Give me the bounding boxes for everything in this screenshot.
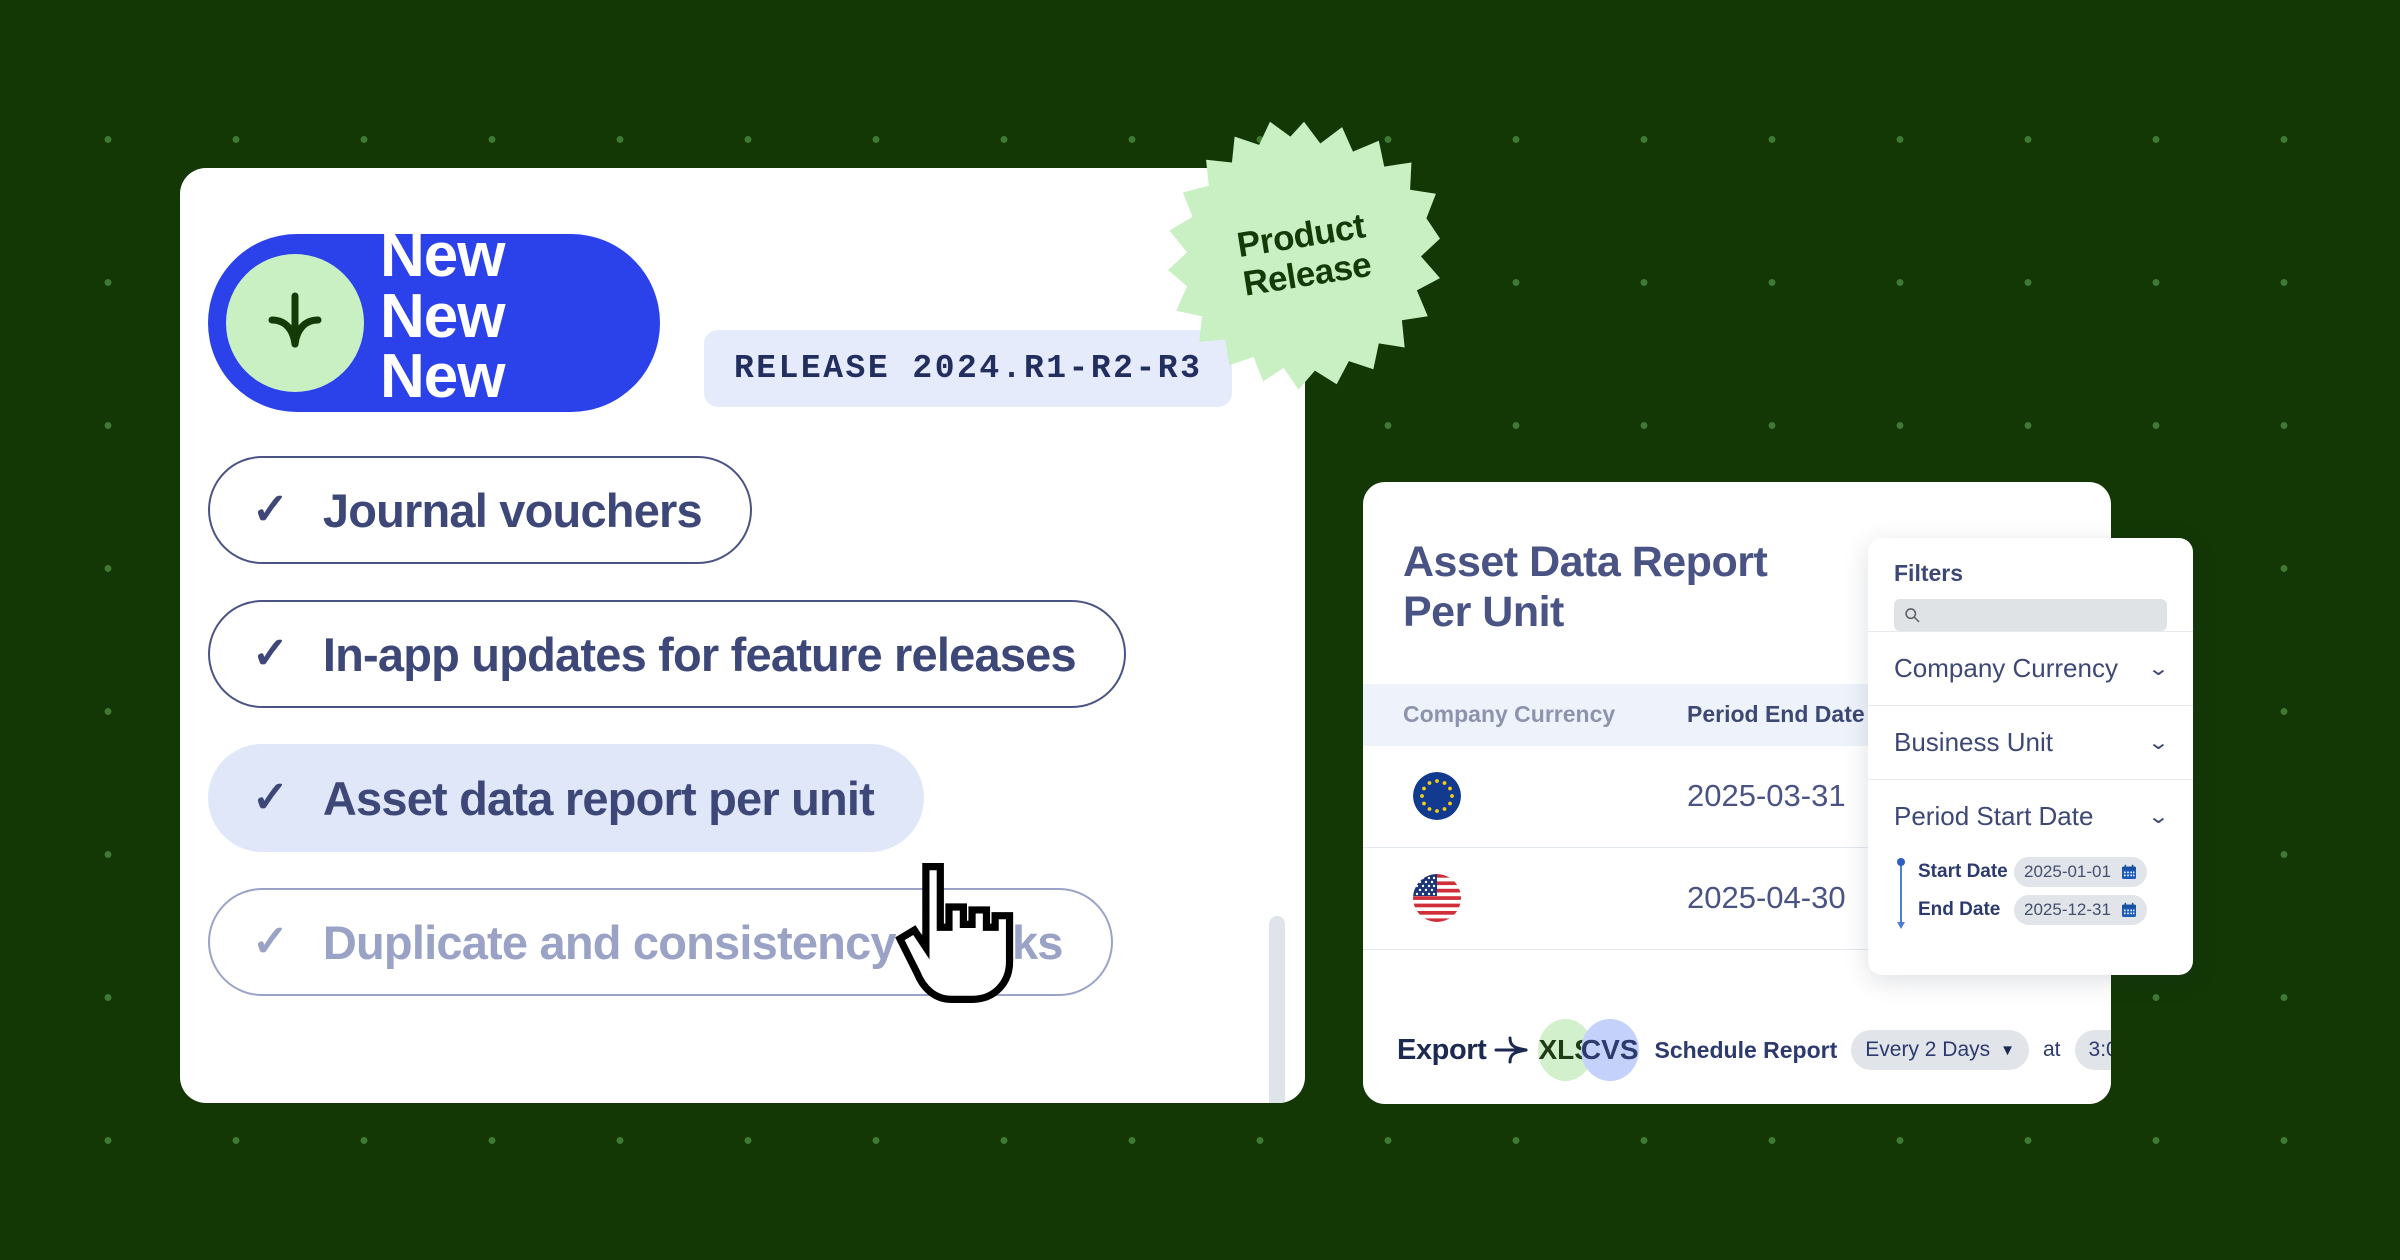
end-date-value: 2025-12-31 <box>2024 900 2111 919</box>
column-header-company-currency: Company Currency <box>1403 701 1616 728</box>
release-version-badge: RELEASE 2024.R1-R2-R3 <box>704 330 1233 407</box>
new-word-3: New <box>380 342 505 412</box>
filters-search-input[interactable] <box>1928 605 2157 625</box>
new-word-1: New <box>380 234 505 290</box>
new-announcement-pill[interactable]: New New New <box>208 234 660 412</box>
schedule-frequency-value: Every 2 Days <box>1865 1038 1991 1061</box>
product-release-starburst: Product Release <box>1168 110 1440 400</box>
new-word-marquee: New New New <box>380 234 505 412</box>
filter-row-company-currency[interactable]: Company Currency ⌄ <box>1868 631 2193 705</box>
filter-label: Period Start Date <box>1894 801 2094 831</box>
chevron-down-icon: ⌄ <box>2147 806 2170 828</box>
filter-label: Business Unit <box>1894 727 2053 757</box>
column-header-period-end-date: Period End Date <box>1687 701 1865 728</box>
check-icon: ✓ <box>252 485 289 534</box>
export-format-cvs-button[interactable]: CVS <box>1580 1019 1639 1081</box>
feature-item-label: Asset data report per unit <box>322 771 875 825</box>
hand-pointer-cursor <box>888 858 1033 1008</box>
end-date-row: End Date 2025-12-31 <box>1918 895 2147 925</box>
schedule-frequency-dropdown[interactable]: Every 2 Days ▼ <box>1851 1030 2029 1070</box>
feature-item-label: Journal vouchers <box>322 483 703 537</box>
filter-row-business-unit[interactable]: Business Unit ⌄ <box>1868 705 2193 779</box>
arrow-right-icon <box>1492 1035 1530 1065</box>
feature-item-journal-vouchers[interactable]: ✓ Journal vouchers <box>208 456 752 564</box>
filters-title: Filters <box>1894 560 1964 586</box>
calendar-icon <box>2121 902 2136 917</box>
feature-item-asset-data-report[interactable]: ✓ Asset data report per unit <box>208 744 925 852</box>
release-card: New New New RELEASE 2024.R1-R2-R3 ✓ Jour… <box>180 168 1305 1103</box>
filters-search-box[interactable] <box>1894 599 2167 631</box>
feature-item-in-app-updates[interactable]: ✓ In-app updates for feature releases <box>208 600 1126 708</box>
schedule-time-dropdown[interactable]: 3:00pm ▼ <box>2074 1030 2111 1070</box>
filters-panel: Filters Company Currency ⌄ Business Unit… <box>1868 538 2193 975</box>
end-date-label: End Date <box>1918 899 2001 920</box>
caret-down-icon: ▼ <box>2000 1041 2015 1059</box>
filter-row-period-start-date[interactable]: Period Start Date ⌄ <box>1868 779 2193 853</box>
calendar-icon <box>2121 864 2136 879</box>
end-date-field[interactable]: 2025-12-31 <box>2014 895 2147 925</box>
schedule-time-value: 3:00pm <box>2088 1038 2111 1061</box>
cell-period-end-date: 2025-03-31 <box>1687 778 1846 814</box>
chevron-down-icon: ⌄ <box>2147 732 2170 754</box>
new-word-2: New <box>380 281 505 351</box>
check-icon: ✓ <box>252 917 289 966</box>
release-card-scrollbar[interactable] <box>1269 916 1285 1103</box>
check-icon: ✓ <box>252 629 289 678</box>
start-date-row: Start Date 2025-01-01 <box>1918 857 2147 887</box>
date-range-rail-icon <box>1894 858 1908 929</box>
start-date-value: 2025-01-01 <box>2024 862 2111 881</box>
feature-item-label: In-app updates for feature releases <box>322 627 1077 681</box>
feature-list: ✓ Journal vouchers ✓ In-app updates for … <box>180 456 1305 996</box>
cell-company-currency <box>1403 874 1687 923</box>
schedule-at-label: at <box>2043 1038 2061 1061</box>
eu-flag-icon <box>1413 772 1461 821</box>
starburst-label: Product Release <box>1147 91 1461 420</box>
chevron-down-icon: ⌄ <box>2147 658 2170 680</box>
start-date-field[interactable]: 2025-01-01 <box>2014 857 2147 887</box>
start-date-label: Start Date <box>1918 861 2008 882</box>
date-range-block: Start Date 2025-01-01 End Date 2025-12-3… <box>1868 853 2193 929</box>
cell-period-end-date: 2025-04-30 <box>1687 880 1846 916</box>
cell-company-currency <box>1403 772 1687 821</box>
us-flag-icon <box>1413 874 1461 923</box>
check-icon: ✓ <box>252 773 289 822</box>
filter-label: Company Currency <box>1894 653 2118 683</box>
schedule-report-label: Schedule Report <box>1654 1036 1838 1063</box>
export-toolbar: Export XLS CVS Schedule Report Every 2 D… <box>1363 996 2111 1104</box>
release-card-header: New New New RELEASE 2024.R1-R2-R3 <box>180 222 1305 412</box>
search-icon <box>1905 608 1920 623</box>
arrow-down-icon <box>268 292 322 348</box>
arrow-down-icon-circle <box>226 254 364 392</box>
export-label: Export <box>1397 1033 1487 1066</box>
